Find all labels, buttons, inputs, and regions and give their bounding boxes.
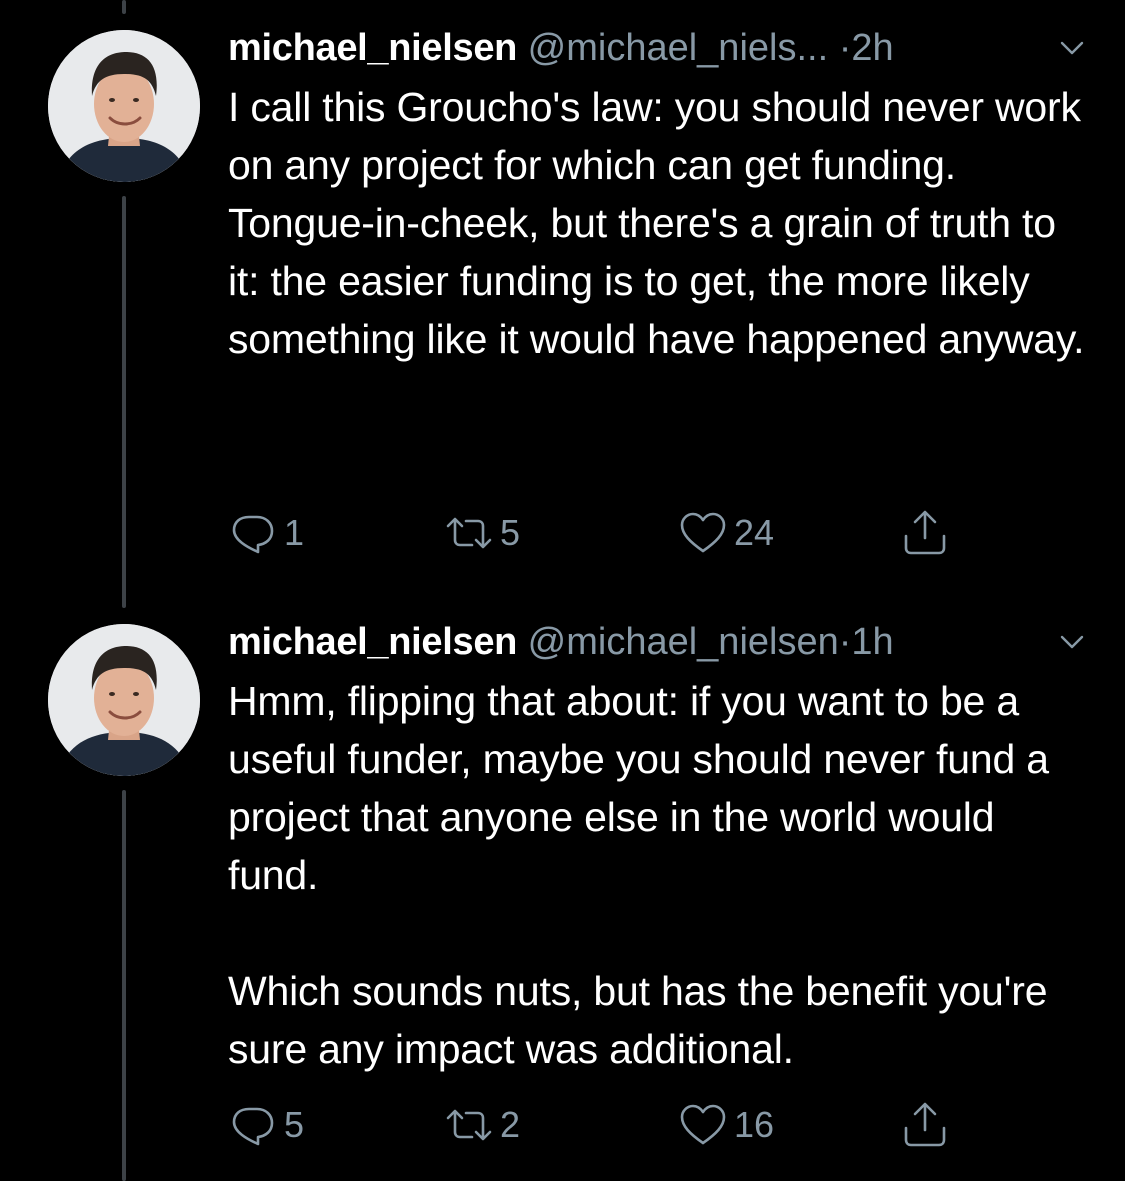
tweet-paragraph: Hmm, flipping that about: if you want to… <box>228 678 1049 898</box>
share-button[interactable] <box>900 508 956 558</box>
reply-icon <box>232 515 274 554</box>
thread-line-bottom <box>122 790 126 1181</box>
reply-count: 5 <box>284 1104 305 1145</box>
timestamp[interactable]: 2h <box>851 27 893 69</box>
tweet-header: michael_nielsen @michael_nielsen·1h <box>228 616 1088 668</box>
separator-dot: · <box>838 621 852 663</box>
tweet-text: Hmm, flipping that about: if you want to… <box>228 672 1088 1078</box>
avatar[interactable] <box>48 624 200 776</box>
like-icon <box>680 1104 726 1145</box>
display-name[interactable]: michael_nielsen <box>228 621 517 663</box>
retweet-count: 2 <box>500 1104 521 1145</box>
tweet-text: I call this Groucho's law: you should ne… <box>228 78 1088 368</box>
reply-button[interactable]: 1 <box>228 508 304 558</box>
retweet-icon <box>446 517 492 549</box>
retweet-button[interactable]: 2 <box>444 1100 520 1150</box>
retweet-icon <box>446 1109 492 1141</box>
tweet-paragraph: I call this Groucho's law: you should ne… <box>228 84 1085 362</box>
like-button[interactable]: 16 <box>678 1100 774 1150</box>
reply-icon <box>232 1107 274 1146</box>
share-icon <box>904 1102 946 1147</box>
like-button[interactable]: 24 <box>678 508 774 558</box>
tweet-actions: 5 2 16 <box>228 1100 968 1150</box>
retweet-count: 5 <box>500 512 521 553</box>
timestamp[interactable]: 1h <box>851 621 893 663</box>
user-handle[interactable]: @michael_nielsen <box>528 621 839 663</box>
like-count: 16 <box>734 1104 775 1145</box>
like-icon <box>680 512 726 553</box>
chevron-down-icon[interactable] <box>1056 626 1088 658</box>
reply-count: 1 <box>284 512 305 553</box>
tweet-header: michael_nielsen @michael_niels... ·2h <box>228 22 1088 74</box>
share-icon <box>904 510 946 555</box>
user-handle[interactable]: @michael_niels... <box>528 27 828 69</box>
tweet-actions: 1 5 24 <box>228 508 968 558</box>
thread-line-top <box>122 0 126 14</box>
display-name[interactable]: michael_nielsen <box>228 27 517 69</box>
tweet-paragraph: Which sounds nuts, but has the benefit y… <box>228 968 1048 1072</box>
chevron-down-icon[interactable] <box>1056 32 1088 64</box>
separator-dot: · <box>838 27 852 69</box>
share-button[interactable] <box>900 1100 956 1150</box>
thread-line-middle <box>122 196 126 608</box>
avatar[interactable] <box>48 30 200 182</box>
retweet-button[interactable]: 5 <box>444 508 520 558</box>
like-count: 24 <box>734 512 775 553</box>
reply-button[interactable]: 5 <box>228 1100 304 1150</box>
